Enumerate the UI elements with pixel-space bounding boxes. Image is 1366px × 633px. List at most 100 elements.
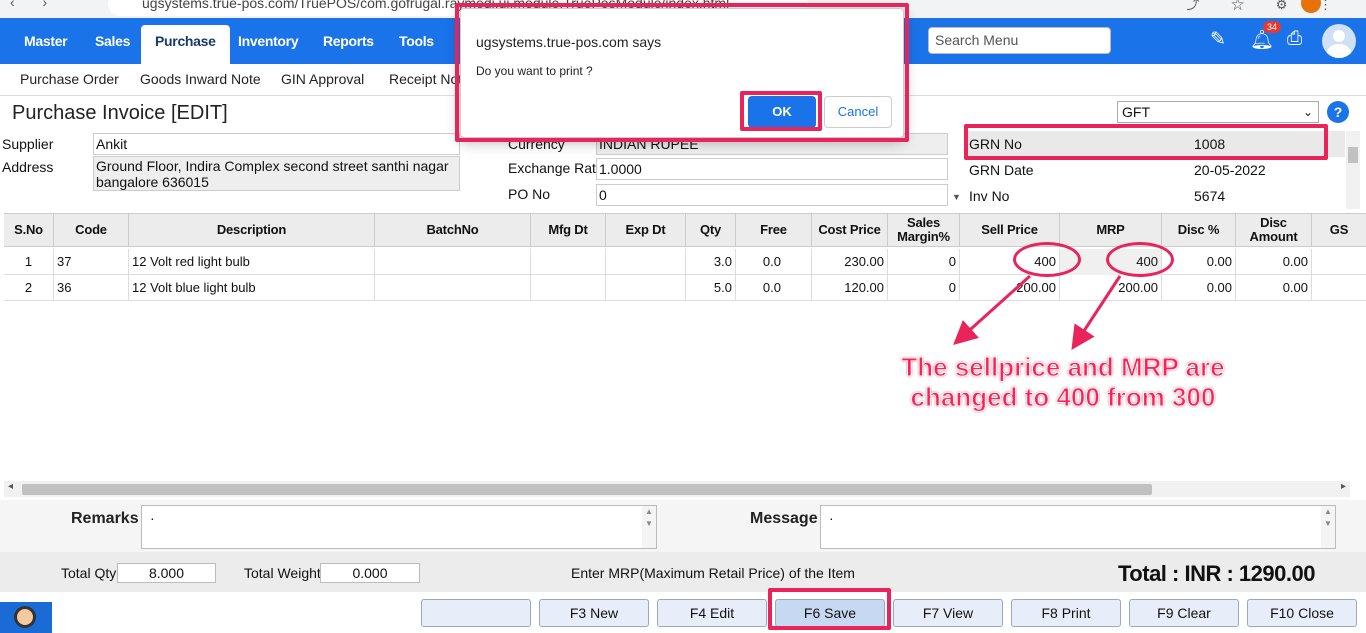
printer-icon[interactable]: ⎙ [1287,28,1302,50]
textarea-scroll-icon[interactable]: ▲ ▼ [642,506,656,548]
cell-disc-amount[interactable]: 0.00 [1236,249,1312,275]
message-label: Message [750,510,818,527]
col-free[interactable]: Free [736,214,812,246]
remarks-value: · [150,510,155,526]
grid-horizontal-scrollbar[interactable]: ◂ ▸ [4,481,1350,497]
cell-exp-dt[interactable] [606,275,686,301]
subnav-purchase-order[interactable]: Purchase Order [20,71,119,87]
total-qty-label: Total Qty [61,565,117,581]
cell-sales-margin[interactable]: 0 [888,275,960,301]
annotation-line-1: The sellprice and MRP are [901,352,1225,383]
nav-tools[interactable]: Tools [385,25,448,57]
message-textarea[interactable]: · ▲ ▼ [820,505,1336,549]
nav-purchase[interactable]: Purchase [141,25,230,64]
exchange-rate-field[interactable]: 1.0000 [596,158,948,180]
scroll-left-icon[interactable]: ◂ [8,481,13,492]
col-code[interactable]: Code [54,214,129,246]
po-no-field[interactable]: 0 [596,184,948,206]
col-sales-margin[interactable]: Sales Margin% [888,214,960,246]
cell-cost-price[interactable]: 230.00 [812,249,888,275]
browser-extension-icons[interactable]: ⤴ ☆ ⚙ ⋮ [1187,0,1347,13]
cell-batchno[interactable] [375,275,531,301]
blank-button[interactable] [421,599,531,627]
table-row[interactable]: 2 36 12 Volt blue light bulb 5.0 0.0 120… [4,275,1366,301]
nav-reports[interactable]: Reports [309,25,388,57]
f8-print-button[interactable]: F8 Print [1011,599,1121,627]
supplier-field[interactable]: Ankit [93,133,460,155]
col-mrp[interactable]: MRP [1060,214,1162,246]
remarks-label: Remarks [71,510,139,527]
grn-date-label: GRN Date [969,162,1034,178]
cell-description[interactable]: 12 Volt blue light bulb [129,275,375,301]
subnav-goods-inward-note[interactable]: Goods Inward Note [140,71,261,87]
cell-cost-price[interactable]: 120.00 [812,275,888,301]
support-avatar[interactable] [0,602,52,633]
cell-sell-price[interactable]: 200.00 [960,275,1060,301]
help-icon[interactable]: ? [1327,101,1349,123]
annotation-text: The sellprice and MRP are changed to 400… [893,352,1233,413]
textarea-scroll-icon[interactable]: ▲ ▼ [1321,506,1335,548]
nav-inventory[interactable]: Inventory [224,25,312,57]
subnav-gin-approval[interactable]: GIN Approval [281,71,364,87]
gft-select-value: GFT [1122,104,1150,120]
cell-batchno[interactable] [375,249,531,275]
chevron-down-icon: ⌄ [1302,105,1313,119]
col-disc-pct[interactable]: Disc % [1162,214,1236,246]
cell-gst[interactable] [1312,275,1366,301]
col-gst[interactable]: GS [1312,214,1366,246]
address-field[interactable]: Ground Floor, Indira Complex second stre… [93,156,460,191]
inv-no-value: 5674 [1194,188,1226,204]
status-message: Enter MRP(Maximum Retail Price) of the I… [571,565,855,581]
grid-header: S.No Code Description BatchNo Mfg Dt Exp… [4,213,1366,247]
gft-select[interactable]: GFT ⌄ [1117,101,1319,123]
col-batchno[interactable]: BatchNo [375,214,531,246]
col-exp-dt[interactable]: Exp Dt [606,214,686,246]
cell-code: 36 [54,275,129,301]
search-menu-input[interactable]: Search Menu [928,27,1111,54]
cell-mfg-dt[interactable] [531,249,606,275]
col-disc-amount[interactable]: Disc Amount [1236,214,1312,246]
po-no-label: PO No [508,186,551,202]
cell-disc-amount[interactable]: 0.00 [1236,275,1312,301]
cell-qty[interactable]: 3.0 [686,249,736,275]
scroll-right-icon[interactable]: ▸ [1341,481,1346,492]
col-mfg-dt[interactable]: Mfg Dt [531,214,606,246]
eraser-icon[interactable]: ✎ [1210,28,1226,51]
supplier-label: Supplier [2,136,54,152]
cell-free[interactable]: 0.0 [736,275,812,301]
page-title: Purchase Invoice [EDIT] [12,102,228,124]
save-button-highlight [768,588,891,630]
dropdown-arrow-icon[interactable]: ▼ [952,192,961,202]
cell-description[interactable]: 12 Volt red light bulb [129,249,375,275]
grn-date-row: GRN Date 20-05-2022 [965,157,1345,183]
cell-disc-pct[interactable]: 0.00 [1162,275,1236,301]
col-sno[interactable]: S.No [4,214,54,246]
f4-edit-button[interactable]: F4 Edit [657,599,767,627]
col-cost-price[interactable]: Cost Price [812,214,888,246]
nav-master[interactable]: Master [10,25,81,57]
col-qty[interactable]: Qty [686,214,736,246]
dialog-highlight [455,3,909,142]
remarks-textarea[interactable]: · ▲ ▼ [141,505,657,549]
cell-mfg-dt[interactable] [531,275,606,301]
f10-close-button[interactable]: F10 Close [1247,599,1357,627]
cell-qty[interactable]: 5.0 [686,275,736,301]
cell-gst[interactable] [1312,249,1366,275]
grn-scrollbar[interactable] [1346,131,1360,209]
inv-no-label: Inv No [969,188,1010,204]
f9-clear-button[interactable]: F9 Clear [1129,599,1239,627]
nav-sales[interactable]: Sales [81,25,144,57]
col-description[interactable]: Description [129,214,375,246]
cell-sales-margin[interactable]: 0 [888,249,960,275]
f7-view-button[interactable]: F7 View [893,599,1003,627]
scrollbar-thumb[interactable] [22,484,1152,495]
cell-code: 37 [54,249,129,275]
browser-nav-icons[interactable]: ‹ › [10,0,59,10]
cell-sno: 1 [4,249,54,275]
f3-new-button[interactable]: F3 New [539,599,649,627]
user-avatar[interactable] [1322,24,1356,58]
cell-free[interactable]: 0.0 [736,249,812,275]
cell-sno: 2 [4,275,54,301]
cell-exp-dt[interactable] [606,249,686,275]
cell-mrp[interactable]: 200.00 [1060,275,1162,301]
